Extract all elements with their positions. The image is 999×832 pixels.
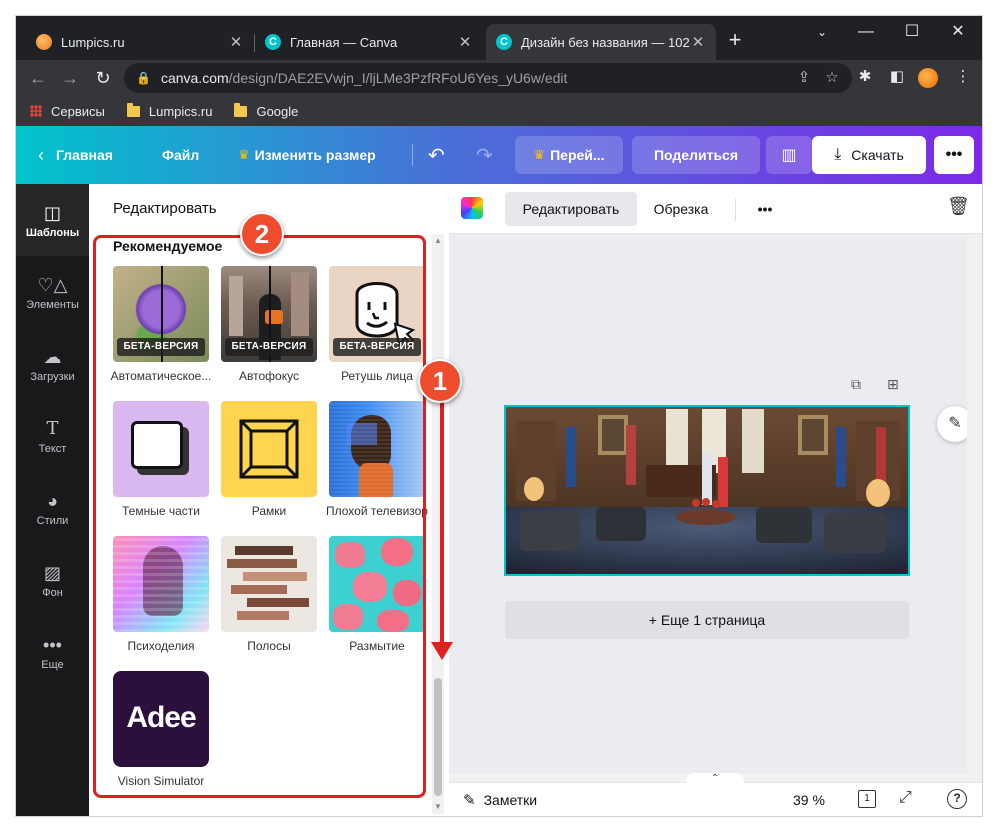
edit-image-button[interactable]: Редактировать xyxy=(505,192,637,226)
folder-icon xyxy=(126,102,140,117)
tab-lumpics[interactable]: Lumpics.ru ✕ xyxy=(26,24,254,60)
panel-title: Редактировать xyxy=(113,200,217,217)
text-icon: T xyxy=(46,418,59,439)
reload-button[interactable]: ↻ xyxy=(91,66,115,90)
scroll-down-arrow-icon[interactable]: ▼ xyxy=(434,802,442,811)
minimize-button[interactable]: — xyxy=(844,20,888,44)
insights-chart-icon[interactable]: ▥ xyxy=(766,136,812,174)
url-text: canva.com/design/DAE2EVwjn_I/ljLMe3PzfRF… xyxy=(160,70,568,86)
trash-icon[interactable]: 🗑 xyxy=(947,196,970,217)
canvas-area: Редактировать Обрезка ••• 🗑 ⧉ ⊞ ✎ + Еще … xyxy=(449,184,982,816)
notes-icon: ✎ xyxy=(463,792,476,809)
lumpics-favicon-icon xyxy=(36,34,52,50)
crop-button[interactable]: Обрезка xyxy=(645,192,717,226)
apps-grid-icon xyxy=(30,105,42,117)
close-tab-icon[interactable]: ✕ xyxy=(457,33,473,51)
new-tab-button[interactable]: + xyxy=(722,28,748,54)
background-pattern-icon: ▨ xyxy=(43,563,61,583)
panel-scrollbar-thumb[interactable] xyxy=(434,678,442,796)
maximize-button[interactable]: ☐ xyxy=(890,20,934,44)
annotation-badge-2: 2 xyxy=(240,212,284,256)
header-divider xyxy=(412,144,413,166)
close-tab-icon[interactable]: ✕ xyxy=(228,33,244,51)
close-tab-icon[interactable]: ✕ xyxy=(690,33,706,51)
home-link[interactable]: ‹ Главная xyxy=(38,126,113,184)
fullscreen-icon[interactable]: ⤢ xyxy=(899,789,912,807)
oval-office-photo xyxy=(506,407,908,574)
canvas-footer: ⌃ ✎ Заметки 39 % 1 ⤢ ? xyxy=(449,773,982,816)
annotation-badge-1: 1 xyxy=(418,359,462,403)
templates-icon: ◫ xyxy=(43,203,61,223)
bookmark-google[interactable]: Google xyxy=(234,102,298,119)
bookmark-star-icon[interactable]: ☆ xyxy=(822,68,842,86)
add-more-pages-button[interactable]: + Еще 1 страница xyxy=(505,601,909,639)
color-picker-icon[interactable] xyxy=(461,197,483,219)
sidebar-item-uploads[interactable]: ☁ Загрузки xyxy=(16,328,89,400)
tab-canva-home[interactable]: C Главная — Canva ✕ xyxy=(255,24,483,60)
notes-button[interactable]: ✎ Заметки xyxy=(463,791,537,809)
add-page-icon[interactable]: ⊞ xyxy=(887,376,899,393)
address-bar[interactable]: 🔒 canva.com/design/DAE2EVwjn_I/ljLMe3Pzf… xyxy=(124,63,852,93)
close-window-button[interactable]: ✕ xyxy=(936,20,980,44)
sidebar-item-templates[interactable]: ◫ Шаблоны xyxy=(16,184,89,256)
bookmark-lumpics[interactable]: Lumpics.ru xyxy=(126,102,212,119)
back-button[interactable]: ← xyxy=(26,66,50,90)
bookmark-services[interactable]: Сервисы xyxy=(30,104,105,119)
scroll-up-arrow-icon[interactable]: ▲ xyxy=(434,236,442,245)
tab-canva-design[interactable]: C Дизайн без названия — 1024 ✕ xyxy=(486,24,716,60)
sidebar-item-styles[interactable]: ◕ Стили xyxy=(16,472,89,544)
redo-icon[interactable]: ↷ xyxy=(476,126,493,184)
sidebar-item-text[interactable]: T Текст xyxy=(16,400,89,472)
crown-icon: ♛ xyxy=(533,147,546,162)
duplicate-page-icon[interactable]: ⧉ xyxy=(851,376,861,393)
lock-icon: 🔒 xyxy=(136,71,151,85)
chevron-left-icon: ‹ xyxy=(38,144,44,165)
share-button[interactable]: Поделиться xyxy=(632,136,760,174)
more-dots-icon: ••• xyxy=(43,635,62,655)
folder-icon xyxy=(234,102,248,117)
crown-icon: ♛ xyxy=(238,147,250,162)
left-sidebar: ◫ Шаблоны ♡△ Элементы ☁ Загрузки T Текст… xyxy=(16,184,89,816)
extensions-icon[interactable]: ✱ xyxy=(854,67,876,85)
context-divider xyxy=(735,199,736,221)
undo-icon[interactable]: ↶ xyxy=(428,126,445,184)
tab-strip: Lumpics.ru ✕ C Главная — Canva ✕ C Дизай… xyxy=(16,16,982,60)
browser-toolbar: ← → ↻ 🔒 canva.com/design/DAE2EVwjn_I/ljL… xyxy=(16,60,982,96)
tab-search-icon[interactable]: ⌄ xyxy=(800,20,844,44)
canva-favicon-icon: C xyxy=(265,34,281,50)
side-panel-icon[interactable]: ◧ xyxy=(886,67,908,85)
context-toolbar: Редактировать Обрезка ••• 🗑 xyxy=(449,184,982,234)
more-options-button[interactable]: ••• xyxy=(934,136,974,174)
sidebar-item-background[interactable]: ▨ Фон xyxy=(16,544,89,616)
resize-button[interactable]: ♛ Изменить размер xyxy=(238,126,376,184)
help-icon[interactable]: ? xyxy=(947,789,967,809)
design-page-image[interactable] xyxy=(504,405,910,576)
download-button[interactable]: ⤓ Скачать xyxy=(812,136,926,174)
sidebar-item-elements[interactable]: ♡△ Элементы xyxy=(16,256,89,328)
canva-header: ‹ Главная Файл ♛ Изменить размер ↶ ↷ ♛ П… xyxy=(16,126,982,184)
bookmarks-bar: Сервисы Lumpics.ru Google xyxy=(16,96,982,126)
forward-button[interactable]: → xyxy=(58,66,82,90)
canvas-scrollbar[interactable] xyxy=(967,234,982,774)
share-page-icon[interactable]: ⇪ xyxy=(794,68,814,86)
canva-favicon-icon: C xyxy=(496,34,512,50)
upgrade-button[interactable]: ♛ Перей... xyxy=(515,136,623,174)
elements-icon: ♡△ xyxy=(37,275,68,295)
palette-icon: ◕ xyxy=(47,491,58,511)
more-actions-icon[interactable]: ••• xyxy=(745,192,785,226)
chevron-up-icon[interactable]: ⌃ xyxy=(686,773,744,785)
browser-menu-icon[interactable]: ⋮ xyxy=(952,67,974,85)
page-count-icon[interactable]: 1 xyxy=(858,790,876,808)
annotation-arrow-down-icon xyxy=(431,642,453,660)
zoom-level[interactable]: 39 % xyxy=(793,792,825,808)
annotation-arrow-line xyxy=(440,402,444,650)
annotation-highlight-box xyxy=(93,235,426,798)
download-icon: ⤓ xyxy=(834,146,842,163)
file-menu[interactable]: Файл xyxy=(162,126,199,184)
profile-avatar[interactable] xyxy=(918,68,938,88)
cloud-upload-icon: ☁ xyxy=(43,347,62,367)
sidebar-item-more[interactable]: ••• Еще xyxy=(16,616,89,688)
